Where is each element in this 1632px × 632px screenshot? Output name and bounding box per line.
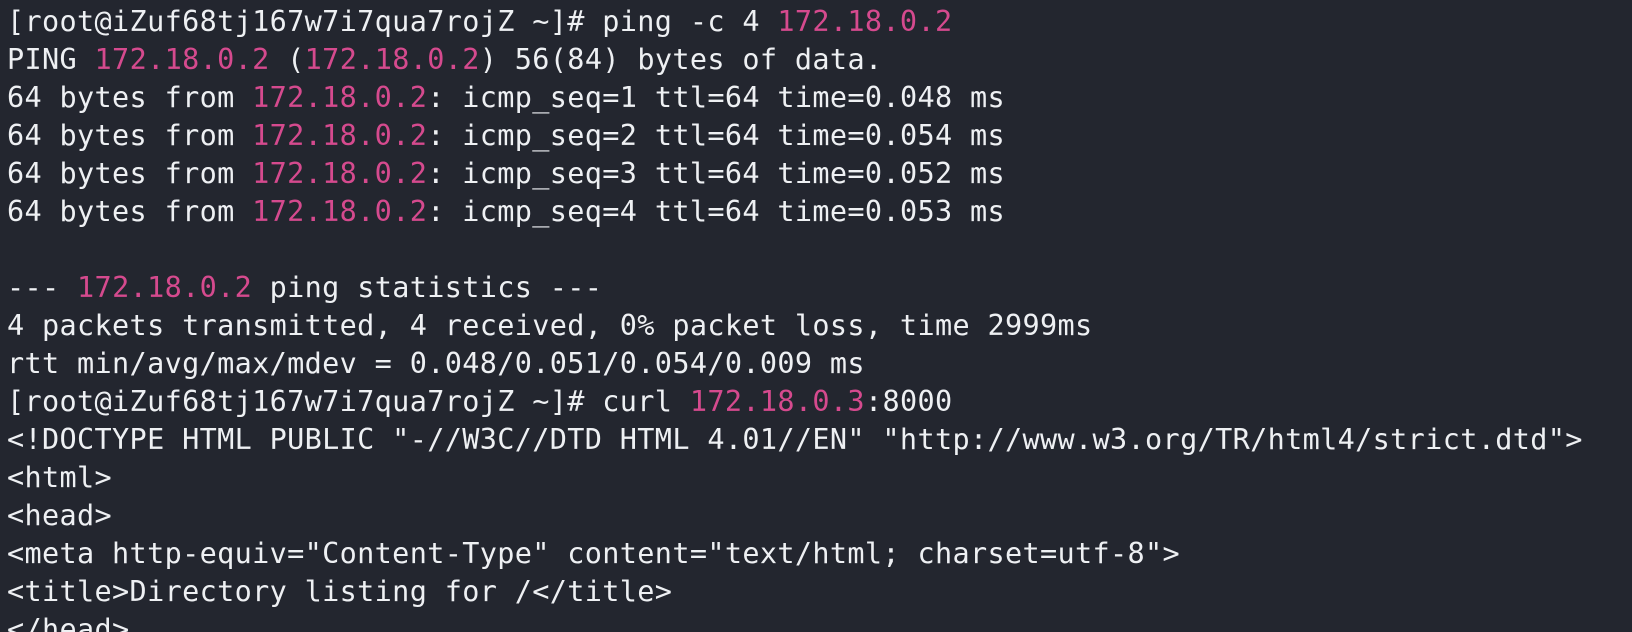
terminal-text: ( — [269, 43, 305, 76]
terminal-output-line: 4 packets transmitted, 4 received, 0% pa… — [7, 307, 1632, 345]
terminal-text: [root@iZuf68tj167w7i7qua7rojZ ~]# curl — [7, 385, 690, 418]
ip-address: 172.18.0.2 — [252, 119, 428, 152]
terminal-text: 64 bytes from — [7, 81, 253, 114]
terminal-output-line: <title>Directory listing for /</title> — [7, 573, 1632, 611]
terminal-window[interactable]: [root@iZuf68tj167w7i7qua7rojZ ~]# ping -… — [0, 0, 1632, 632]
terminal-output-line: --- 172.18.0.2 ping statistics --- — [7, 269, 1632, 307]
terminal-text: 4 packets transmitted, 4 received, 0% pa… — [7, 309, 1093, 342]
ip-address: 172.18.0.2 — [94, 43, 270, 76]
ip-address: 172.18.0.2 — [304, 43, 480, 76]
terminal-output-line: 64 bytes from 172.18.0.2: icmp_seq=3 ttl… — [7, 155, 1632, 193]
terminal-output: [root@iZuf68tj167w7i7qua7rojZ ~]# ping -… — [7, 3, 1632, 632]
terminal-text: : icmp_seq=3 ttl=64 time=0.052 ms — [427, 157, 1005, 190]
terminal-output-line: <!DOCTYPE HTML PUBLIC "-//W3C//DTD HTML … — [7, 421, 1632, 459]
terminal-text: PING — [7, 43, 95, 76]
terminal-output-line: <head> — [7, 497, 1632, 535]
ip-address: 172.18.0.2 — [252, 81, 428, 114]
terminal-text: : icmp_seq=1 ttl=64 time=0.048 ms — [427, 81, 1005, 114]
ip-address: 172.18.0.2 — [777, 5, 953, 38]
terminal-text: <html> — [7, 461, 113, 494]
terminal-output-line: <meta http-equiv="Content-Type" content=… — [7, 535, 1632, 573]
terminal-text: --- — [7, 271, 78, 304]
terminal-text: : icmp_seq=4 ttl=64 time=0.053 ms — [427, 195, 1005, 228]
terminal-text: 64 bytes from — [7, 195, 253, 228]
terminal-text: </head> — [7, 613, 130, 632]
ip-address: 172.18.0.3 — [689, 385, 865, 418]
terminal-text: ping statistics --- — [252, 271, 603, 304]
ip-address: 172.18.0.2 — [252, 157, 428, 190]
terminal-text: <head> — [7, 499, 113, 532]
terminal-output-line: PING 172.18.0.2 (172.18.0.2) 56(84) byte… — [7, 41, 1632, 79]
terminal-text: ) 56(84) bytes of data. — [479, 43, 883, 76]
terminal-output-line: 64 bytes from 172.18.0.2: icmp_seq=2 ttl… — [7, 117, 1632, 155]
terminal-text: 64 bytes from — [7, 157, 253, 190]
terminal-text: <!DOCTYPE HTML PUBLIC "-//W3C//DTD HTML … — [7, 423, 1583, 456]
terminal-text: rtt min/avg/max/mdev = 0.048/0.051/0.054… — [7, 347, 865, 380]
terminal-text: 64 bytes from — [7, 119, 253, 152]
terminal-output-line: 64 bytes from 172.18.0.2: icmp_seq=4 ttl… — [7, 193, 1632, 231]
terminal-output-line: 64 bytes from 172.18.0.2: icmp_seq=1 ttl… — [7, 79, 1632, 117]
terminal-output-line: <html> — [7, 459, 1632, 497]
terminal-output-line: rtt min/avg/max/mdev = 0.048/0.051/0.054… — [7, 345, 1632, 383]
terminal-prompt-line: [root@iZuf68tj167w7i7qua7rojZ ~]# ping -… — [7, 3, 1632, 41]
terminal-text: [root@iZuf68tj167w7i7qua7rojZ ~]# ping -… — [7, 5, 778, 38]
terminal-text: <title>Directory listing for /</title> — [7, 575, 673, 608]
terminal-text: : icmp_seq=2 ttl=64 time=0.054 ms — [427, 119, 1005, 152]
terminal-text: <meta http-equiv="Content-Type" content=… — [7, 537, 1181, 570]
ip-address: 172.18.0.2 — [77, 271, 253, 304]
terminal-text: :8000 — [864, 385, 953, 418]
terminal-output-line: </head> — [7, 611, 1632, 632]
terminal-prompt-line: [root@iZuf68tj167w7i7qua7rojZ ~]# curl 1… — [7, 383, 1632, 421]
ip-address: 172.18.0.2 — [252, 195, 428, 228]
